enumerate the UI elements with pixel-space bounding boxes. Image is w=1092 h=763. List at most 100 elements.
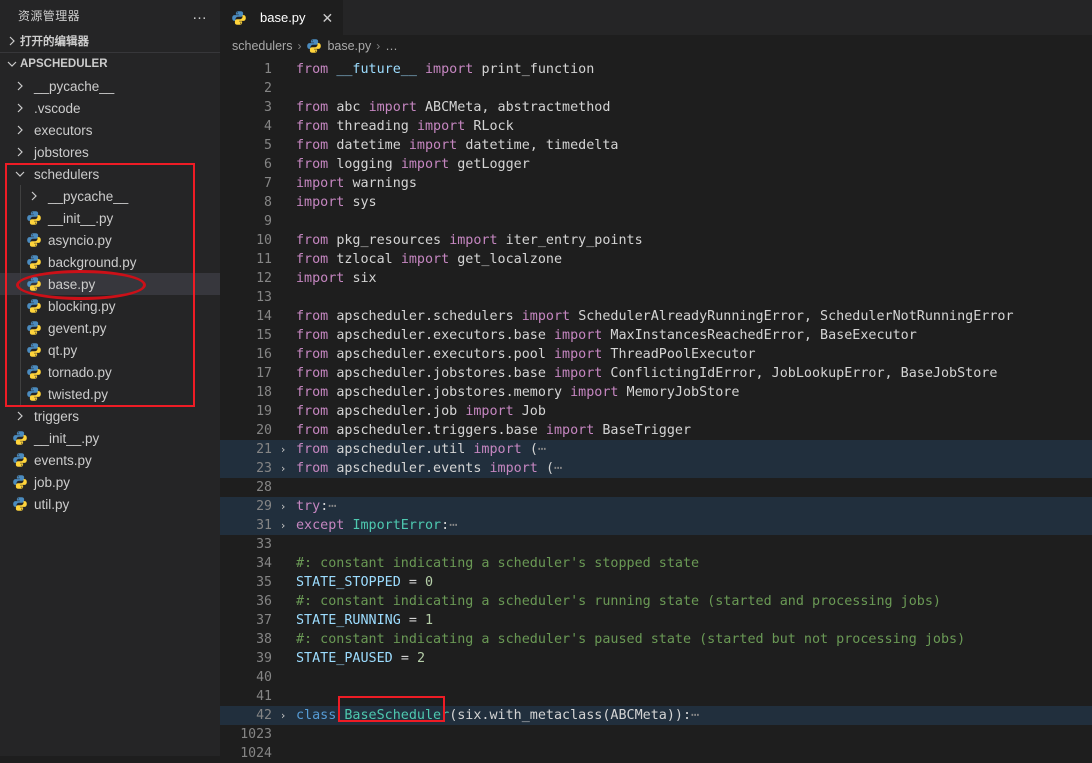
code-line[interactable]: 31 › except ImportError:⋯ <box>220 516 1092 535</box>
python-file-icon <box>26 342 42 358</box>
code-text: #: constant indicating a scheduler's pau… <box>296 632 966 647</box>
code-line[interactable]: 12 import six <box>220 269 1092 288</box>
section-label: 打开的编辑器 <box>20 36 89 48</box>
line-number: 28 <box>256 480 272 495</box>
python-file-icon <box>306 38 322 54</box>
chevron-right-icon <box>26 188 42 204</box>
python-file-icon <box>26 276 42 292</box>
tree-item--init-py[interactable]: __init__.py <box>0 207 220 229</box>
code-line[interactable]: 15 from apscheduler.executors.base import… <box>220 326 1092 345</box>
code-line[interactable]: 9 <box>220 212 1092 231</box>
code-line[interactable]: 7 import warnings <box>220 174 1092 193</box>
section-open-editors[interactable]: 打开的编辑器 <box>0 30 220 52</box>
python-file-icon <box>12 474 28 490</box>
fold-arrow-icon[interactable]: › <box>272 440 294 459</box>
tree-item--pycache-[interactable]: __pycache__ <box>0 75 220 97</box>
code-line[interactable]: 14 from apscheduler.schedulers import Sch… <box>220 307 1092 326</box>
code-line[interactable]: 38 #: constant indicating a scheduler's p… <box>220 630 1092 649</box>
code-line[interactable]: 28 <box>220 478 1092 497</box>
tree-item-background-py[interactable]: background.py <box>0 251 220 273</box>
code-line[interactable]: 21 › from apscheduler.util import (⋯ <box>220 440 1092 459</box>
code-line[interactable]: 1 from __future__ import print_function <box>220 60 1092 79</box>
code-line[interactable]: 3 from abc import ABCMeta, abstractmethod <box>220 98 1092 117</box>
line-number: 12 <box>256 271 272 286</box>
tree-item-executors[interactable]: executors <box>0 119 220 141</box>
fold-arrow-icon[interactable]: › <box>272 706 294 725</box>
breadcrumb-item-symbol[interactable]: … <box>385 39 398 53</box>
explorer-title: 资源管理器 <box>18 8 81 23</box>
line-number: 9 <box>264 214 272 229</box>
tree-item-blocking-py[interactable]: blocking.py <box>0 295 220 317</box>
section-workspace[interactable]: APSCHEDULER <box>0 52 220 75</box>
code-line[interactable]: 4 from threading import RLock <box>220 117 1092 136</box>
code-line[interactable]: 18 from apscheduler.jobstores.memory impo… <box>220 383 1092 402</box>
code-line[interactable]: 10 from pkg_resources import iter_entry_p… <box>220 231 1092 250</box>
code-line[interactable]: 16 from apscheduler.executors.pool import… <box>220 345 1092 364</box>
tree-item-label: background.py <box>48 254 137 270</box>
code-line[interactable]: 23 › from apscheduler.events import (⋯ <box>220 459 1092 478</box>
tree-item-base-py[interactable]: base.py <box>0 273 220 295</box>
tree-item--vscode[interactable]: .vscode <box>0 97 220 119</box>
tree-item-schedulers[interactable]: schedulers <box>0 163 220 185</box>
code-line[interactable]: 13 <box>220 288 1092 307</box>
code-line[interactable]: 42 › class BaseScheduler(six.with_metaclas… <box>220 706 1092 725</box>
fold-arrow-icon[interactable]: › <box>272 516 294 535</box>
breadcrumb-item-file[interactable]: base.py <box>327 39 371 53</box>
code-line[interactable]: 36 #: constant indicating a scheduler's r… <box>220 592 1092 611</box>
tree-item-twisted-py[interactable]: twisted.py <box>0 383 220 405</box>
code-line[interactable]: 39 STATE_PAUSED = 2 <box>220 649 1092 668</box>
code-line[interactable]: 17 from apscheduler.jobstores.base import… <box>220 364 1092 383</box>
code-line[interactable]: 6 from logging import getLogger <box>220 155 1092 174</box>
code-line[interactable]: 29 › try:⋯ <box>220 497 1092 516</box>
code-line[interactable]: 40 <box>220 668 1092 687</box>
fold-arrow-icon[interactable]: › <box>272 497 294 516</box>
tree-item-job-py[interactable]: job.py <box>0 471 220 493</box>
tree-item-util-py[interactable]: util.py <box>0 493 220 515</box>
tree-item-events-py[interactable]: events.py <box>0 449 220 471</box>
tree-item-qt-py[interactable]: qt.py <box>0 339 220 361</box>
tree-item-tornado-py[interactable]: tornado.py <box>0 361 220 383</box>
tree-item-label: executors <box>34 122 93 138</box>
indent-guide <box>20 185 21 405</box>
code-line[interactable]: 19 from apscheduler.job import Job <box>220 402 1092 421</box>
vscode-window: 资源管理器 … 打开的编辑器 APSCHEDULER __pycache__ .v… <box>0 0 1092 763</box>
code-line[interactable]: 41 <box>220 687 1092 706</box>
python-file-icon <box>26 364 42 380</box>
tree-item-label: job.py <box>34 474 71 490</box>
tab-base-py[interactable]: base.py ✕ <box>220 0 345 35</box>
breadcrumb-item-folder[interactable]: schedulers <box>232 39 292 53</box>
code-text: except ImportError:⋯ <box>296 518 458 533</box>
python-file-icon <box>26 386 42 402</box>
fold-arrow-icon[interactable]: › <box>272 459 294 478</box>
code-text: STATE_STOPPED = 0 <box>296 575 434 590</box>
tree-item-asyncio-py[interactable]: asyncio.py <box>0 229 220 251</box>
tree-item-label: __pycache__ <box>48 188 129 204</box>
code-line[interactable]: 5 from datetime import datetime, timedelt… <box>220 136 1092 155</box>
more-actions-icon[interactable]: … <box>192 7 208 22</box>
breadcrumb: schedulers › base.py › … <box>220 35 1092 57</box>
tab-label: base.py <box>260 10 306 25</box>
code-line[interactable]: 37 STATE_RUNNING = 1 <box>220 611 1092 630</box>
tree-item--init-py[interactable]: __init__.py <box>0 427 220 449</box>
code-line[interactable]: 2 <box>220 79 1092 98</box>
line-number: 33 <box>256 537 272 552</box>
code-line[interactable]: 20 from apscheduler.triggers.base import … <box>220 421 1092 440</box>
tree-item-gevent-py[interactable]: gevent.py <box>0 317 220 339</box>
close-icon[interactable]: ✕ <box>322 11 334 25</box>
code-text: from pkg_resources import iter_entry_poi… <box>296 233 643 248</box>
code-line[interactable]: 1023 <box>220 725 1092 744</box>
code-line[interactable]: 34 #: constant indicating a scheduler's s… <box>220 554 1092 573</box>
code-line[interactable]: 35 STATE_STOPPED = 0 <box>220 573 1092 592</box>
tree-item--pycache-[interactable]: __pycache__ <box>0 185 220 207</box>
tree-item-jobstores[interactable]: jobstores <box>0 141 220 163</box>
code-line[interactable]: 11 from tzlocal import get_localzone <box>220 250 1092 269</box>
tree-item-label: blocking.py <box>48 298 116 314</box>
code-line[interactable]: 1024 <box>220 744 1092 763</box>
python-file-icon <box>26 232 42 248</box>
line-number: 41 <box>256 689 272 704</box>
code-line[interactable]: 8 import sys <box>220 193 1092 212</box>
code-text: from tzlocal import get_localzone <box>296 252 563 267</box>
code-line[interactable]: 33 <box>220 535 1092 554</box>
code-editor[interactable]: 1 from __future__ import print_function 2 3… <box>220 57 1092 763</box>
tree-item-triggers[interactable]: triggers <box>0 405 220 427</box>
